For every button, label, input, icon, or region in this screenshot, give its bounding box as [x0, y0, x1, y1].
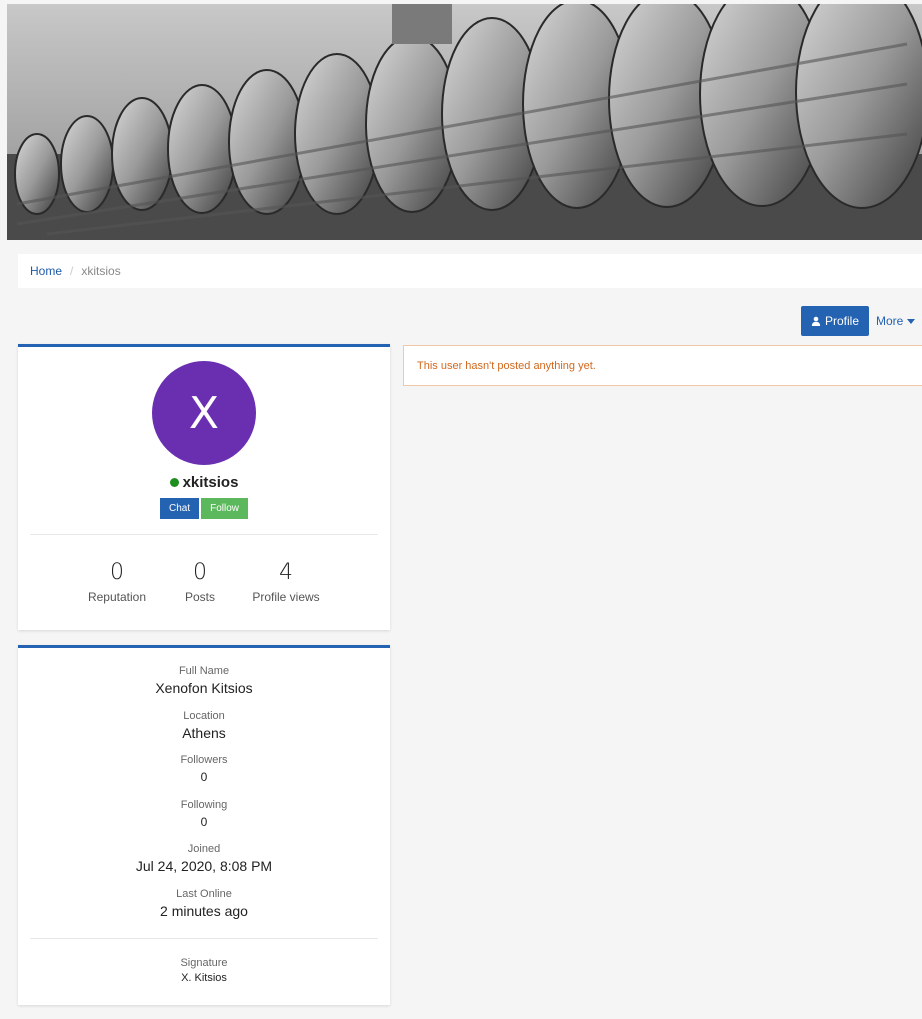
no-posts-alert: This user hasn't posted anything yet.: [403, 345, 922, 386]
user-actions: Chat Follow: [18, 498, 390, 519]
info-label: Followers: [180, 754, 228, 766]
signature-label: Signature: [180, 957, 228, 969]
chat-button[interactable]: Chat: [159, 498, 200, 519]
stat-posts[interactable]: 0 Posts: [180, 560, 220, 604]
info-value: 2 minutes ago: [160, 902, 248, 919]
cover-image: [7, 4, 922, 240]
info-joined: Joined Jul 24, 2020, 8:08 PM: [18, 842, 390, 887]
profile-button[interactable]: Profile: [801, 306, 869, 336]
user-stats: 0 Reputation 0 Posts 4 Profile views: [18, 560, 390, 604]
info-label: Location: [183, 709, 225, 722]
divider: [30, 938, 378, 939]
info-list: Full Name Xenofon Kitsios Location Athen…: [18, 664, 390, 931]
breadcrumb-separator: /: [70, 264, 74, 278]
follow-button[interactable]: Follow: [201, 498, 249, 519]
breadcrumb-home-link[interactable]: Home: [30, 264, 62, 278]
info-value: Athens: [182, 724, 226, 741]
stat-value: 0: [193, 560, 207, 585]
stat-label: Reputation: [87, 590, 147, 604]
stat-value: 0: [110, 560, 124, 585]
info-label: Full Name: [178, 665, 230, 677]
info-label: Last Online: [176, 887, 232, 900]
profile-button-label: Profile: [824, 314, 859, 328]
online-status-icon: [169, 478, 179, 487]
breadcrumb: Home / xkitsios: [18, 254, 922, 288]
username-row: xkitsios: [18, 474, 390, 491]
stat-value: 4: [279, 560, 293, 585]
stat-label: Profile views: [252, 590, 320, 604]
info-full-name: Full Name Xenofon Kitsios: [18, 664, 390, 709]
info-value: Xenofon Kitsios: [155, 680, 253, 696]
caret-down-icon: [907, 318, 916, 324]
stat-label: Posts: [184, 590, 215, 604]
stat-reputation: 0 Reputation: [82, 560, 152, 604]
info-value[interactable]: 0: [18, 812, 390, 832]
info-last-online: Last Online 2 minutes ago: [18, 887, 390, 932]
avatar[interactable]: X: [152, 361, 256, 465]
signature-value: X. Kitsios: [181, 972, 227, 984]
profile-summary-card: X xkitsios Chat Follow 0 Reputation 0 Po…: [18, 344, 390, 630]
more-button-label: More: [876, 314, 904, 328]
stat-profile-views: 4 Profile views: [246, 560, 326, 604]
signature: Signature X. Kitsios: [18, 956, 390, 986]
info-followers: Followers 0: [18, 753, 390, 798]
info-following: Following 0: [18, 798, 390, 843]
cover-photo: [7, 4, 922, 240]
info-location: Location Athens: [18, 709, 390, 754]
more-dropdown-button[interactable]: More: [876, 306, 916, 336]
breadcrumb-current: xkitsios: [81, 264, 121, 278]
user-icon: [811, 316, 821, 326]
username: xkitsios: [182, 474, 239, 491]
info-label: Joined: [187, 843, 221, 855]
info-label: Following: [180, 798, 228, 811]
info-value: Jul 24, 2020, 8:08 PM: [135, 858, 273, 874]
profile-info-card: Full Name Xenofon Kitsios Location Athen…: [18, 645, 390, 1005]
info-value[interactable]: 0: [18, 767, 390, 787]
divider: [30, 534, 378, 535]
